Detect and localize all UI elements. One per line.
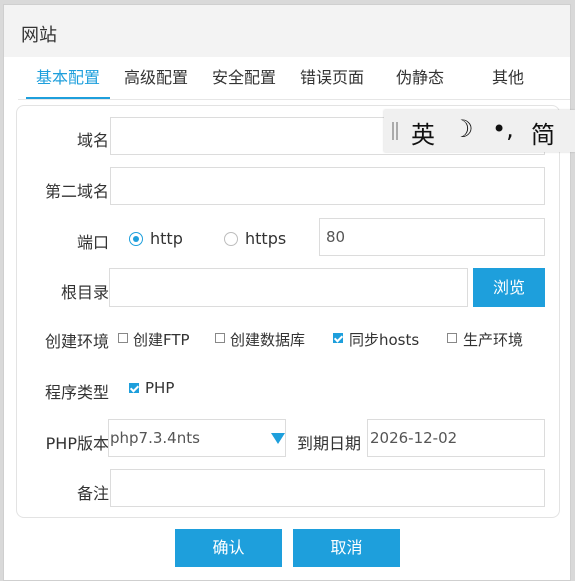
domain-label: 域名 xyxy=(76,131,109,150)
create-ftp-checkbox[interactable] xyxy=(118,333,128,343)
php-checkbox[interactable] xyxy=(129,383,139,393)
ime-toolbar: 英 ☽ •, 简 xyxy=(384,110,575,152)
cancel-button[interactable]: 取消 xyxy=(293,529,400,567)
root-dir-label: 根目录 xyxy=(60,283,109,302)
form-panel: 域名 第二域名 端口 http https 根目录 浏览 创建环境 创建FTP … xyxy=(16,105,560,518)
php-version-select[interactable]: php7.3.4nts xyxy=(108,419,286,457)
tab-divider xyxy=(18,99,570,100)
https-radio[interactable] xyxy=(224,232,238,246)
tab-error-pages[interactable]: 错误页面 xyxy=(292,65,372,97)
php-version-label: PHP版本 xyxy=(45,434,109,453)
confirm-button[interactable]: 确认 xyxy=(175,529,282,567)
dialog-title: 网站 xyxy=(21,25,57,46)
dialog-titlebar: 网站 xyxy=(4,5,570,57)
http-label: http xyxy=(150,229,183,248)
tab-basic-config[interactable]: 基本配置 xyxy=(26,65,110,99)
tab-advanced-config[interactable]: 高级配置 xyxy=(116,65,196,97)
production-env-label: 生产环境 xyxy=(463,331,524,349)
sync-hosts-checkbox[interactable] xyxy=(333,333,343,343)
punctuation-toggle[interactable]: •, xyxy=(492,115,514,143)
moon-icon[interactable]: ☽ xyxy=(452,115,474,143)
root-dir-input[interactable] xyxy=(109,268,468,307)
create-ftp-label: 创建FTP xyxy=(133,331,190,349)
site-dialog: 网站 基本配置 高级配置 安全配置 错误页面 伪静态 其他 域名 第二域名 端口… xyxy=(3,4,571,581)
ime-language-toggle[interactable]: 英 xyxy=(411,115,435,150)
note-input[interactable] xyxy=(110,469,545,507)
program-type-label: 程序类型 xyxy=(44,383,109,402)
expire-date-input[interactable]: 2026-12-02 xyxy=(367,419,545,457)
sync-hosts-label: 同步hosts xyxy=(349,331,420,349)
production-env-checkbox[interactable] xyxy=(447,333,457,343)
https-label: https xyxy=(245,229,287,248)
second-domain-input[interactable] xyxy=(110,167,545,205)
php-version-value: php7.3.4nts xyxy=(110,429,200,447)
second-domain-label: 第二域名 xyxy=(44,182,109,201)
create-database-label: 创建数据库 xyxy=(230,331,306,349)
port-input[interactable] xyxy=(319,218,545,256)
tab-rewrite[interactable]: 伪静态 xyxy=(380,65,460,97)
http-radio[interactable] xyxy=(129,232,143,246)
ime-script-toggle[interactable]: 简 xyxy=(531,115,555,150)
expire-date-label: 到期日期 xyxy=(296,434,361,453)
create-database-checkbox[interactable] xyxy=(215,333,225,343)
ime-drag-handle[interactable] xyxy=(392,122,398,140)
port-label: 端口 xyxy=(76,233,109,252)
tab-security-config[interactable]: 安全配置 xyxy=(204,65,284,97)
tab-other[interactable]: 其他 xyxy=(468,65,548,97)
note-label: 备注 xyxy=(76,484,109,503)
browse-button[interactable]: 浏览 xyxy=(473,268,545,307)
php-label: PHP xyxy=(145,379,175,397)
create-env-label: 创建环境 xyxy=(44,332,109,351)
